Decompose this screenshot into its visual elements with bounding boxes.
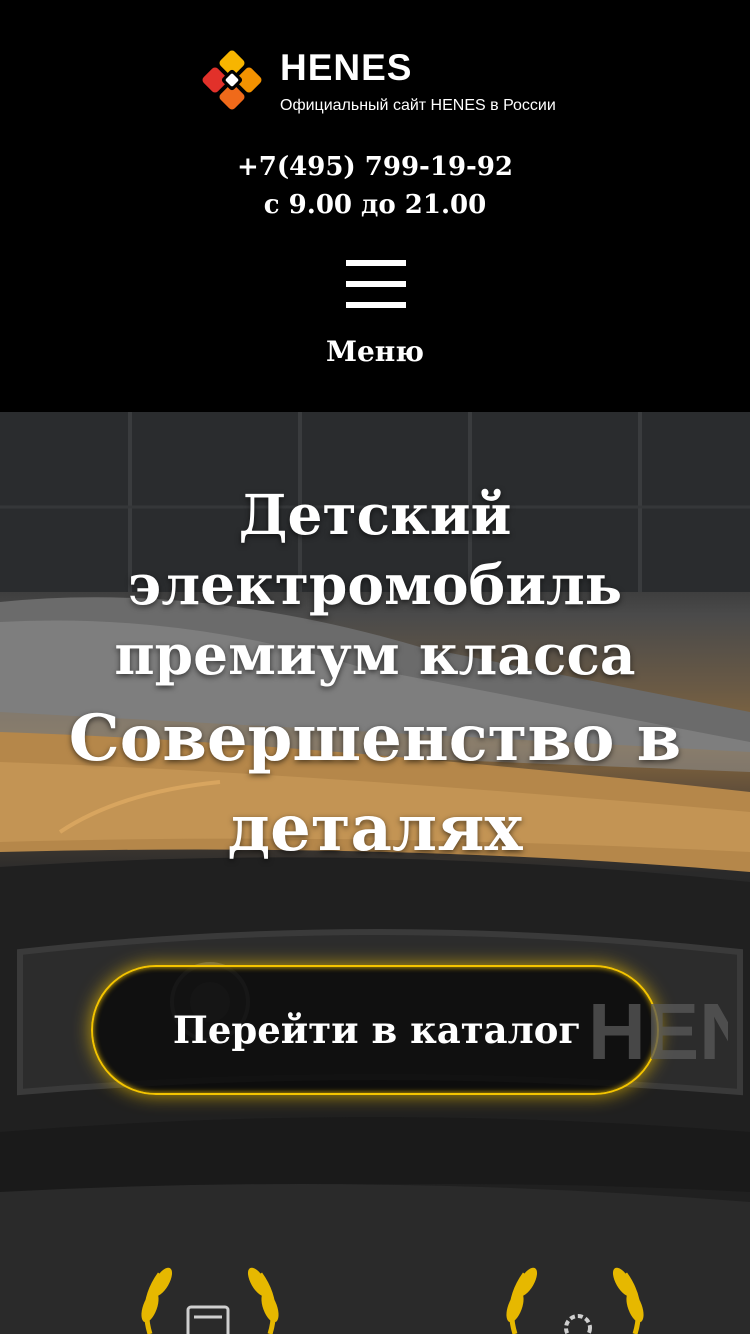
go-to-catalog-button[interactable]: HENES Перейти в каталог xyxy=(91,965,728,1095)
logo-tagline: Официальный сайт HENES в России xyxy=(280,97,556,114)
menu-bar xyxy=(346,302,406,308)
cta-label: Перейти в каталог xyxy=(172,1008,582,1052)
working-hours: с 9.00 до 21.00 xyxy=(263,190,487,220)
hero-section: Детский электромобиль премиум класса Сов… xyxy=(0,412,750,1334)
hero-subtitle: Совершенство в деталях xyxy=(68,701,682,866)
henes-logo-icon xyxy=(202,50,262,110)
menu-bar xyxy=(346,281,406,287)
hamburger-menu-icon[interactable] xyxy=(346,260,406,308)
logo-name: HENES xyxy=(280,47,413,88)
menu-label[interactable]: Меню xyxy=(0,334,750,370)
menu-bar xyxy=(346,260,406,266)
hero-title: Детский электромобиль премиум класса xyxy=(114,482,636,687)
site-logo[interactable]: HENES Официальный сайт HENES в России xyxy=(196,44,568,118)
site-header: HENES Официальный сайт HENES в России +7… xyxy=(0,0,750,412)
phone-link[interactable]: +7(495) 799-19-92 xyxy=(0,148,750,186)
